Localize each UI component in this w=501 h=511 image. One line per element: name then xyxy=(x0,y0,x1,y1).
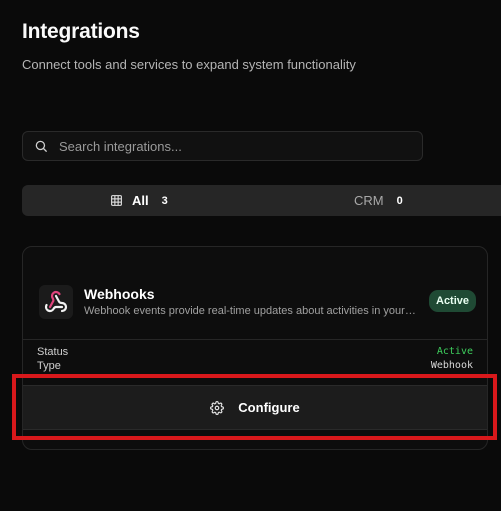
search-icon xyxy=(35,140,47,152)
card-description: Webhook events provide real-time updates… xyxy=(84,305,418,317)
tab-crm-label: CRM xyxy=(354,193,384,208)
tab-all[interactable]: All 3 xyxy=(110,185,168,216)
tab-all-label: All xyxy=(132,193,149,208)
status-value: Active xyxy=(436,346,473,357)
page-title: Integrations xyxy=(22,20,140,43)
gear-icon xyxy=(210,400,225,415)
search-bar[interactable] xyxy=(22,131,423,161)
status-badge: Active xyxy=(429,290,477,312)
search-input[interactable] xyxy=(57,137,401,155)
configure-button[interactable]: Configure xyxy=(23,385,487,430)
webhook-icon xyxy=(39,285,73,319)
category-tabs: All 3 CRM 0 xyxy=(22,185,501,216)
type-value: Webhook xyxy=(430,360,473,371)
card-divider xyxy=(23,339,487,340)
page-subtitle: Connect tools and services to expand sys… xyxy=(22,57,356,72)
tab-all-count: 3 xyxy=(161,194,168,207)
configure-label: Configure xyxy=(238,400,300,415)
card-title: Webhooks xyxy=(84,286,155,302)
type-label: Type xyxy=(37,360,61,372)
tab-crm-count: 0 xyxy=(396,194,403,207)
grid-icon xyxy=(111,195,122,206)
tab-crm[interactable]: CRM 0 xyxy=(354,185,403,216)
status-label: Status xyxy=(37,346,69,358)
integration-card-webhooks: Webhooks Webhook events provide real-tim… xyxy=(22,246,488,450)
